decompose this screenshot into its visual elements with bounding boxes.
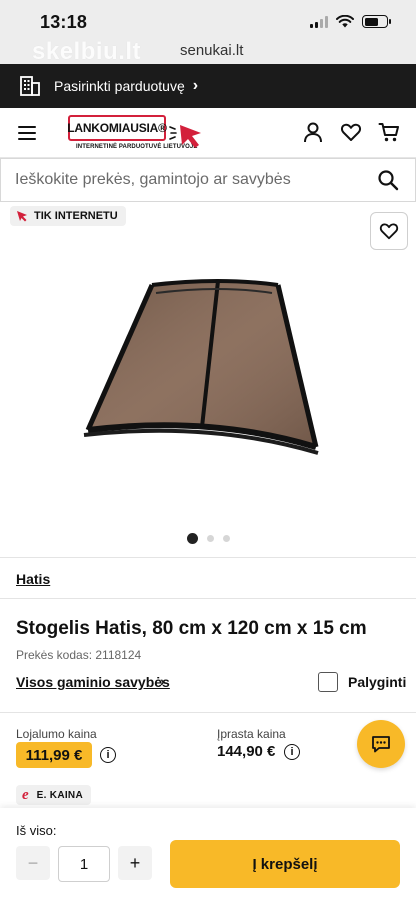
add-to-cart-button[interactable]: Į krepšelį [170,840,400,888]
add-to-wishlist-button[interactable] [370,212,408,250]
watermark-logo: skelbiu.lt [32,38,142,65]
cursor-icon [169,125,201,148]
divider [0,557,416,558]
info-icon[interactable]: i [284,744,300,760]
compare-checkbox[interactable] [318,672,338,692]
loyalty-price-label: Lojalumo kaina [16,727,97,741]
site-header: LANKOMIAUSIA® INTERNETINĖ PARDUOTUVĖ LIE… [0,108,416,158]
address-url[interactable]: senukai.lt [180,42,243,59]
cursor-icon [17,211,27,222]
quantity-decrease-button[interactable]: − [16,846,50,880]
online-only-label: TIK INTERNETU [34,210,118,222]
chat-icon [372,736,390,753]
logo-text: LANKOMIAUSIA® [67,121,167,135]
status-bar: 13:18 skelbiu.lt senukai.lt [0,0,416,65]
status-icons [310,15,391,28]
product-title: Stogelis Hatis, 80 cm x 120 cm x 15 cm [16,618,367,639]
compare-label: Palyginti [348,674,407,690]
divider [0,598,416,599]
all-features-link[interactable]: Visos gaminio savybės [16,674,170,690]
menu-icon[interactable] [18,126,36,140]
total-label: Iš viso: [16,823,57,838]
brand-link[interactable]: Hatis [16,571,50,587]
chevron-right-icon: › [192,77,199,94]
gallery-dot[interactable] [222,535,230,542]
eprice-label: E. KAINA [36,789,83,801]
chevron-right-icon: › [160,673,165,689]
user-icon[interactable] [302,121,324,143]
search-input[interactable] [1,159,361,201]
quantity-increase-button[interactable]: + [118,846,152,880]
heart-icon [379,223,399,240]
signal-icon [310,15,328,28]
product-code: Prekės kodas: 2118124 [16,648,142,662]
loyalty-price: 111,99 € [16,742,92,768]
quantity-input[interactable] [58,846,110,882]
heart-icon[interactable] [340,121,362,143]
chat-button[interactable] [357,720,405,768]
eprice-icon: e [22,786,29,803]
wifi-icon [336,15,354,28]
add-to-cart-bar: Iš viso: − + Į krepšelį [0,808,416,900]
info-icon[interactable]: i [100,747,116,763]
store-selector-label: Pasirinkti parduotuvę [54,78,185,94]
store-icon [20,76,40,96]
gallery-dot[interactable] [186,533,198,544]
online-only-badge: TIK INTERNETU [10,206,126,226]
logo-box: LANKOMIAUSIA® [67,115,167,141]
store-selector-bar[interactable]: Pasirinkti parduotuvę › [0,64,416,108]
gallery-pagination[interactable] [0,533,416,544]
regular-price: 144,90 € [217,743,276,760]
cart-icon[interactable] [378,121,400,143]
regular-price-label: Įprasta kaina [217,727,286,741]
search-icon[interactable] [377,169,399,191]
product-image[interactable] [80,275,320,470]
compare-toggle[interactable]: Palyginti [318,672,406,692]
search-bar [0,158,416,202]
battery-icon [362,15,391,28]
eprice-badge: e E. KAINA [16,785,91,805]
status-time: 13:18 [40,12,88,32]
gallery-dot[interactable] [206,535,214,542]
site-logo[interactable]: LANKOMIAUSIA® INTERNETINĖ PARDUOTUVĖ LIE… [67,115,208,155]
